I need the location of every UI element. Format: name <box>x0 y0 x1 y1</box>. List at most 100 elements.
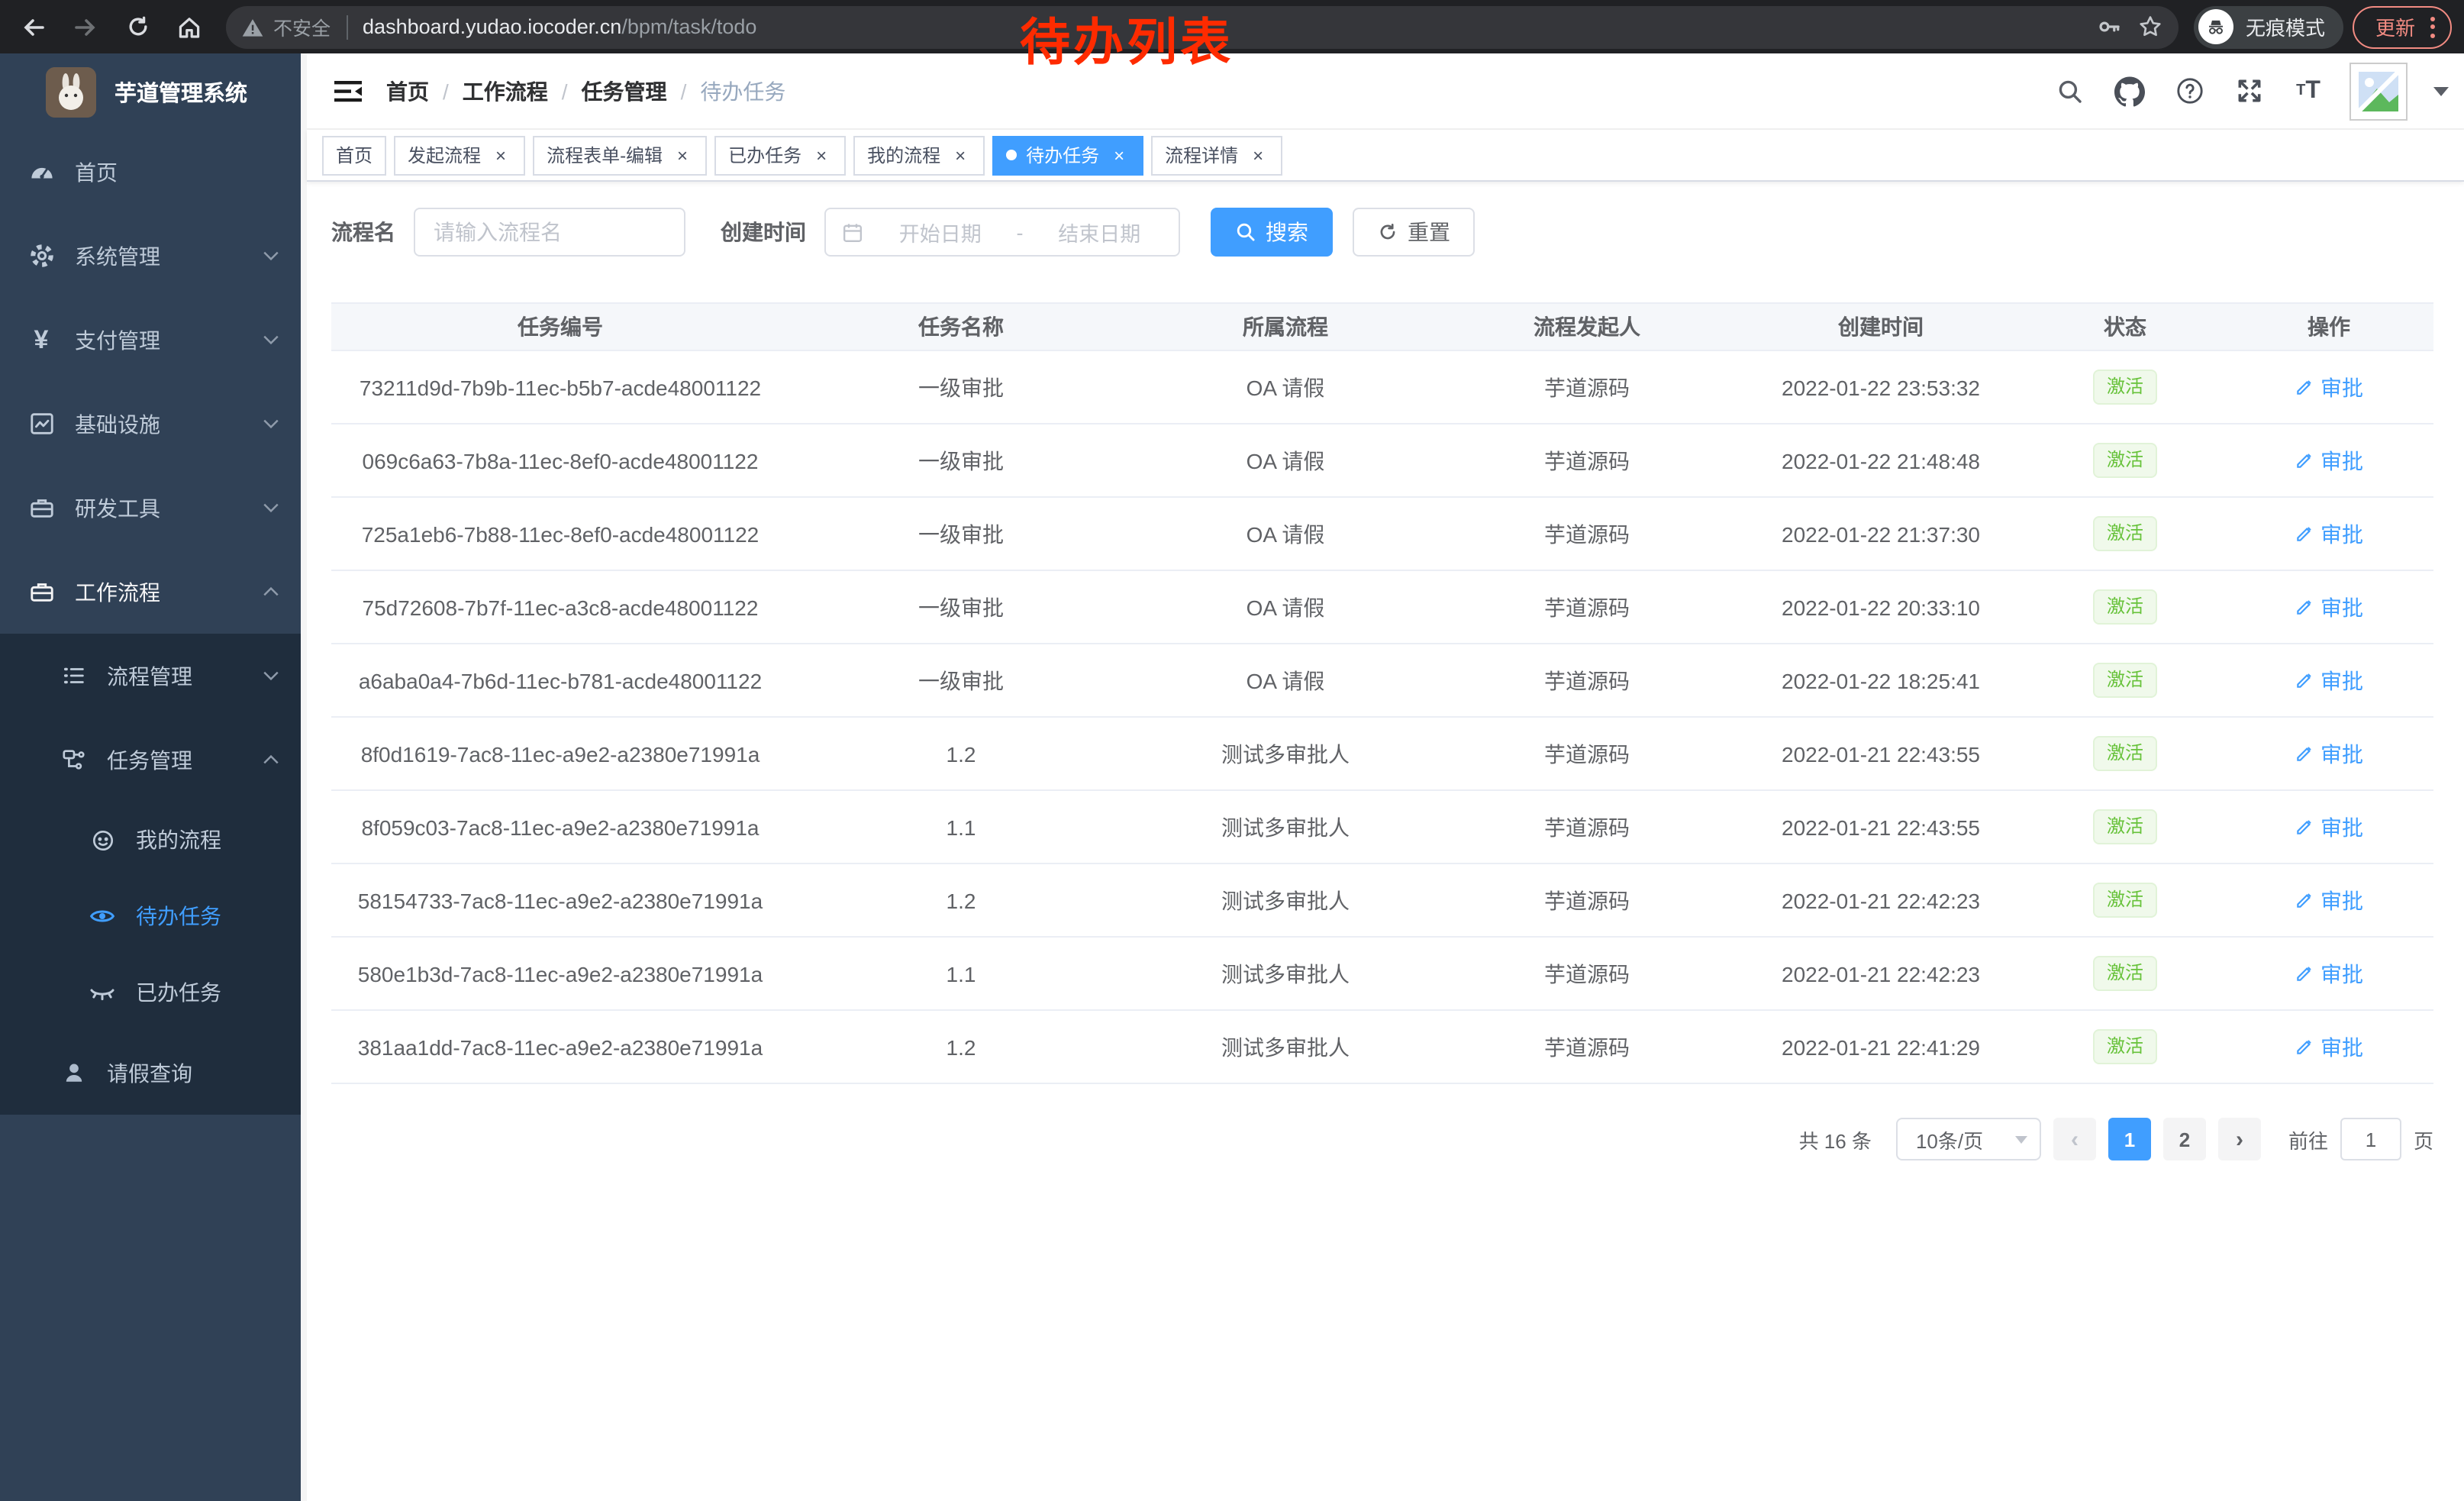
close-icon[interactable]: × <box>811 144 832 166</box>
sidebar-item-done-tasks[interactable]: 已办任务 <box>0 954 301 1031</box>
task-starter: 芋道源码 <box>1438 350 1736 424</box>
status-badge: 激活 <box>2093 515 2157 551</box>
app-logo-row[interactable]: 芋道管理系统 <box>0 53 301 130</box>
approve-link[interactable]: 审批 <box>2295 665 2363 696</box>
task-process: OA 请假 <box>1133 350 1438 424</box>
github-icon[interactable] <box>2111 73 2148 109</box>
bookmark-star-icon[interactable] <box>2137 14 2163 40</box>
close-icon[interactable]: × <box>672 144 693 166</box>
close-icon[interactable]: × <box>490 144 511 166</box>
sidebar-item-task-mgmt[interactable]: 任务管理 <box>0 718 301 802</box>
help-icon[interactable] <box>2171 73 2208 109</box>
reset-button[interactable]: 重置 <box>1353 208 1475 257</box>
sidebar-item-label: 支付管理 <box>75 324 160 355</box>
breadcrumb-workflow[interactable]: 工作流程 <box>463 76 548 106</box>
tab-form-edit[interactable]: 流程表单-编辑× <box>533 135 707 175</box>
sidebar-item-workflow[interactable]: 工作流程 <box>0 550 301 634</box>
page-button-1[interactable]: 1 <box>2108 1118 2151 1160</box>
sidebar-item-label: 研发工具 <box>75 492 160 523</box>
sidebar-scrollbar[interactable] <box>301 53 307 1501</box>
page-button-2[interactable]: 2 <box>2163 1118 2206 1160</box>
approve-link[interactable]: 审批 <box>2295 812 2363 842</box>
task-time: 2022-01-21 22:43:55 <box>1736 717 2026 790</box>
task-id: 8f0d1619-7ac8-11ec-a9e2-a2380e71991a <box>331 717 789 790</box>
browser-update-button[interactable]: 更新 <box>2353 5 2452 48</box>
sidebar-item-home[interactable]: 首页 <box>0 130 301 214</box>
task-process: 测试多审批人 <box>1133 863 1438 937</box>
sidebar-item-devtools[interactable]: 研发工具 <box>0 466 301 550</box>
task-process: 测试多审批人 <box>1133 1010 1438 1083</box>
calendar-icon <box>841 221 864 244</box>
page-content: 流程名 创建时间 开始日期 - 结束日期 搜索 重 <box>307 182 2464 1501</box>
tab-start-process[interactable]: 发起流程× <box>394 135 525 175</box>
prev-page-button[interactable]: ‹ <box>2053 1118 2096 1160</box>
next-page-button[interactable]: › <box>2218 1118 2261 1160</box>
breadcrumb-task-mgmt[interactable]: 任务管理 <box>582 76 667 106</box>
edit-pencil-icon <box>2295 964 2314 983</box>
sidebar-collapse-icon[interactable] <box>322 65 374 117</box>
dashboard-icon <box>26 159 56 185</box>
user-icon <box>58 1060 89 1086</box>
edit-pencil-icon <box>2295 1037 2314 1057</box>
security-chip[interactable]: 不安全 <box>241 12 331 41</box>
approve-link[interactable]: 审批 <box>2295 885 2363 915</box>
password-key-icon[interactable] <box>2096 14 2122 40</box>
approve-link[interactable]: 审批 <box>2295 738 2363 769</box>
edit-pencil-icon <box>2295 670 2314 690</box>
filter-form: 流程名 创建时间 开始日期 - 结束日期 搜索 重 <box>331 208 2432 257</box>
goto-page-input[interactable] <box>2340 1118 2401 1160</box>
search-icon[interactable] <box>2052 73 2088 109</box>
breadcrumb-home[interactable]: 首页 <box>386 76 429 106</box>
approve-link[interactable]: 审批 <box>2295 518 2363 549</box>
sidebar-item-leave-query[interactable]: 请假查询 <box>0 1031 301 1115</box>
browser-menu-icon[interactable] <box>2430 16 2435 37</box>
sidebar-item-todo-tasks[interactable]: 待办任务 <box>0 878 301 954</box>
approve-link[interactable]: 审批 <box>2295 372 2363 402</box>
task-name: 1.2 <box>789 863 1133 937</box>
table-header-row: 任务编号 任务名称 所属流程 流程发起人 创建时间 状态 操作 <box>331 303 2433 350</box>
browser-forward-button[interactable] <box>64 5 107 48</box>
approve-link[interactable]: 审批 <box>2295 1031 2363 1062</box>
edit-pencil-icon <box>2295 524 2314 544</box>
task-id: 75d72608-7b7f-11ec-a3c8-acde48001122 <box>331 570 789 644</box>
approve-link[interactable]: 审批 <box>2295 958 2363 989</box>
sidebar-item-label: 系统管理 <box>75 240 160 271</box>
incognito-icon <box>2198 9 2233 44</box>
approve-link[interactable]: 审批 <box>2295 592 2363 622</box>
task-time: 2022-01-22 21:48:48 <box>1736 424 2026 497</box>
task-name: 1.1 <box>789 790 1133 863</box>
tab-done-tasks[interactable]: 已办任务× <box>714 135 846 175</box>
browser-home-button[interactable] <box>168 5 211 48</box>
tab-home[interactable]: 首页 <box>322 135 386 175</box>
sidebar-item-label: 待办任务 <box>136 901 221 931</box>
sidebar-item-infra[interactable]: 基础设施 <box>0 382 301 466</box>
approve-link[interactable]: 审批 <box>2295 445 2363 476</box>
avatar-caret-icon[interactable] <box>2433 86 2449 95</box>
sidebar-item-system[interactable]: 系统管理 <box>0 214 301 298</box>
page-size-select[interactable]: 10条/页 <box>1896 1118 2041 1160</box>
close-icon[interactable]: × <box>950 144 971 166</box>
col-actions: 操作 <box>2224 303 2433 350</box>
tab-my-process[interactable]: 我的流程× <box>853 135 985 175</box>
edit-pencil-icon <box>2295 890 2314 910</box>
close-icon[interactable]: × <box>1108 144 1130 166</box>
sidebar-item-process-mgmt[interactable]: 流程管理 <box>0 634 301 718</box>
font-size-icon[interactable]: TT <box>2290 73 2327 109</box>
browser-back-button[interactable] <box>12 5 55 48</box>
process-name-input[interactable] <box>414 208 685 257</box>
fullscreen-icon[interactable] <box>2230 73 2267 109</box>
avatar[interactable] <box>2350 62 2408 120</box>
browser-reload-button[interactable] <box>116 5 159 48</box>
sidebar-item-my-process[interactable]: 我的流程 <box>0 802 301 878</box>
tab-process-detail[interactable]: 流程详情× <box>1151 135 1282 175</box>
tab-todo-tasks[interactable]: 待办任务× <box>992 135 1143 175</box>
search-button[interactable]: 搜索 <box>1211 208 1333 257</box>
sidebar-item-payment[interactable]: ¥ 支付管理 <box>0 298 301 382</box>
date-range-picker[interactable]: 开始日期 - 结束日期 <box>824 208 1180 257</box>
chevron-down-icon <box>263 502 279 513</box>
task-time: 2022-01-22 21:37:30 <box>1736 497 2026 570</box>
refresh-icon <box>1377 221 1398 243</box>
workflow-submenu: 流程管理 任务管理 我的流程 <box>0 634 301 1115</box>
edit-pencil-icon <box>2295 744 2314 763</box>
close-icon[interactable]: × <box>1247 144 1269 166</box>
